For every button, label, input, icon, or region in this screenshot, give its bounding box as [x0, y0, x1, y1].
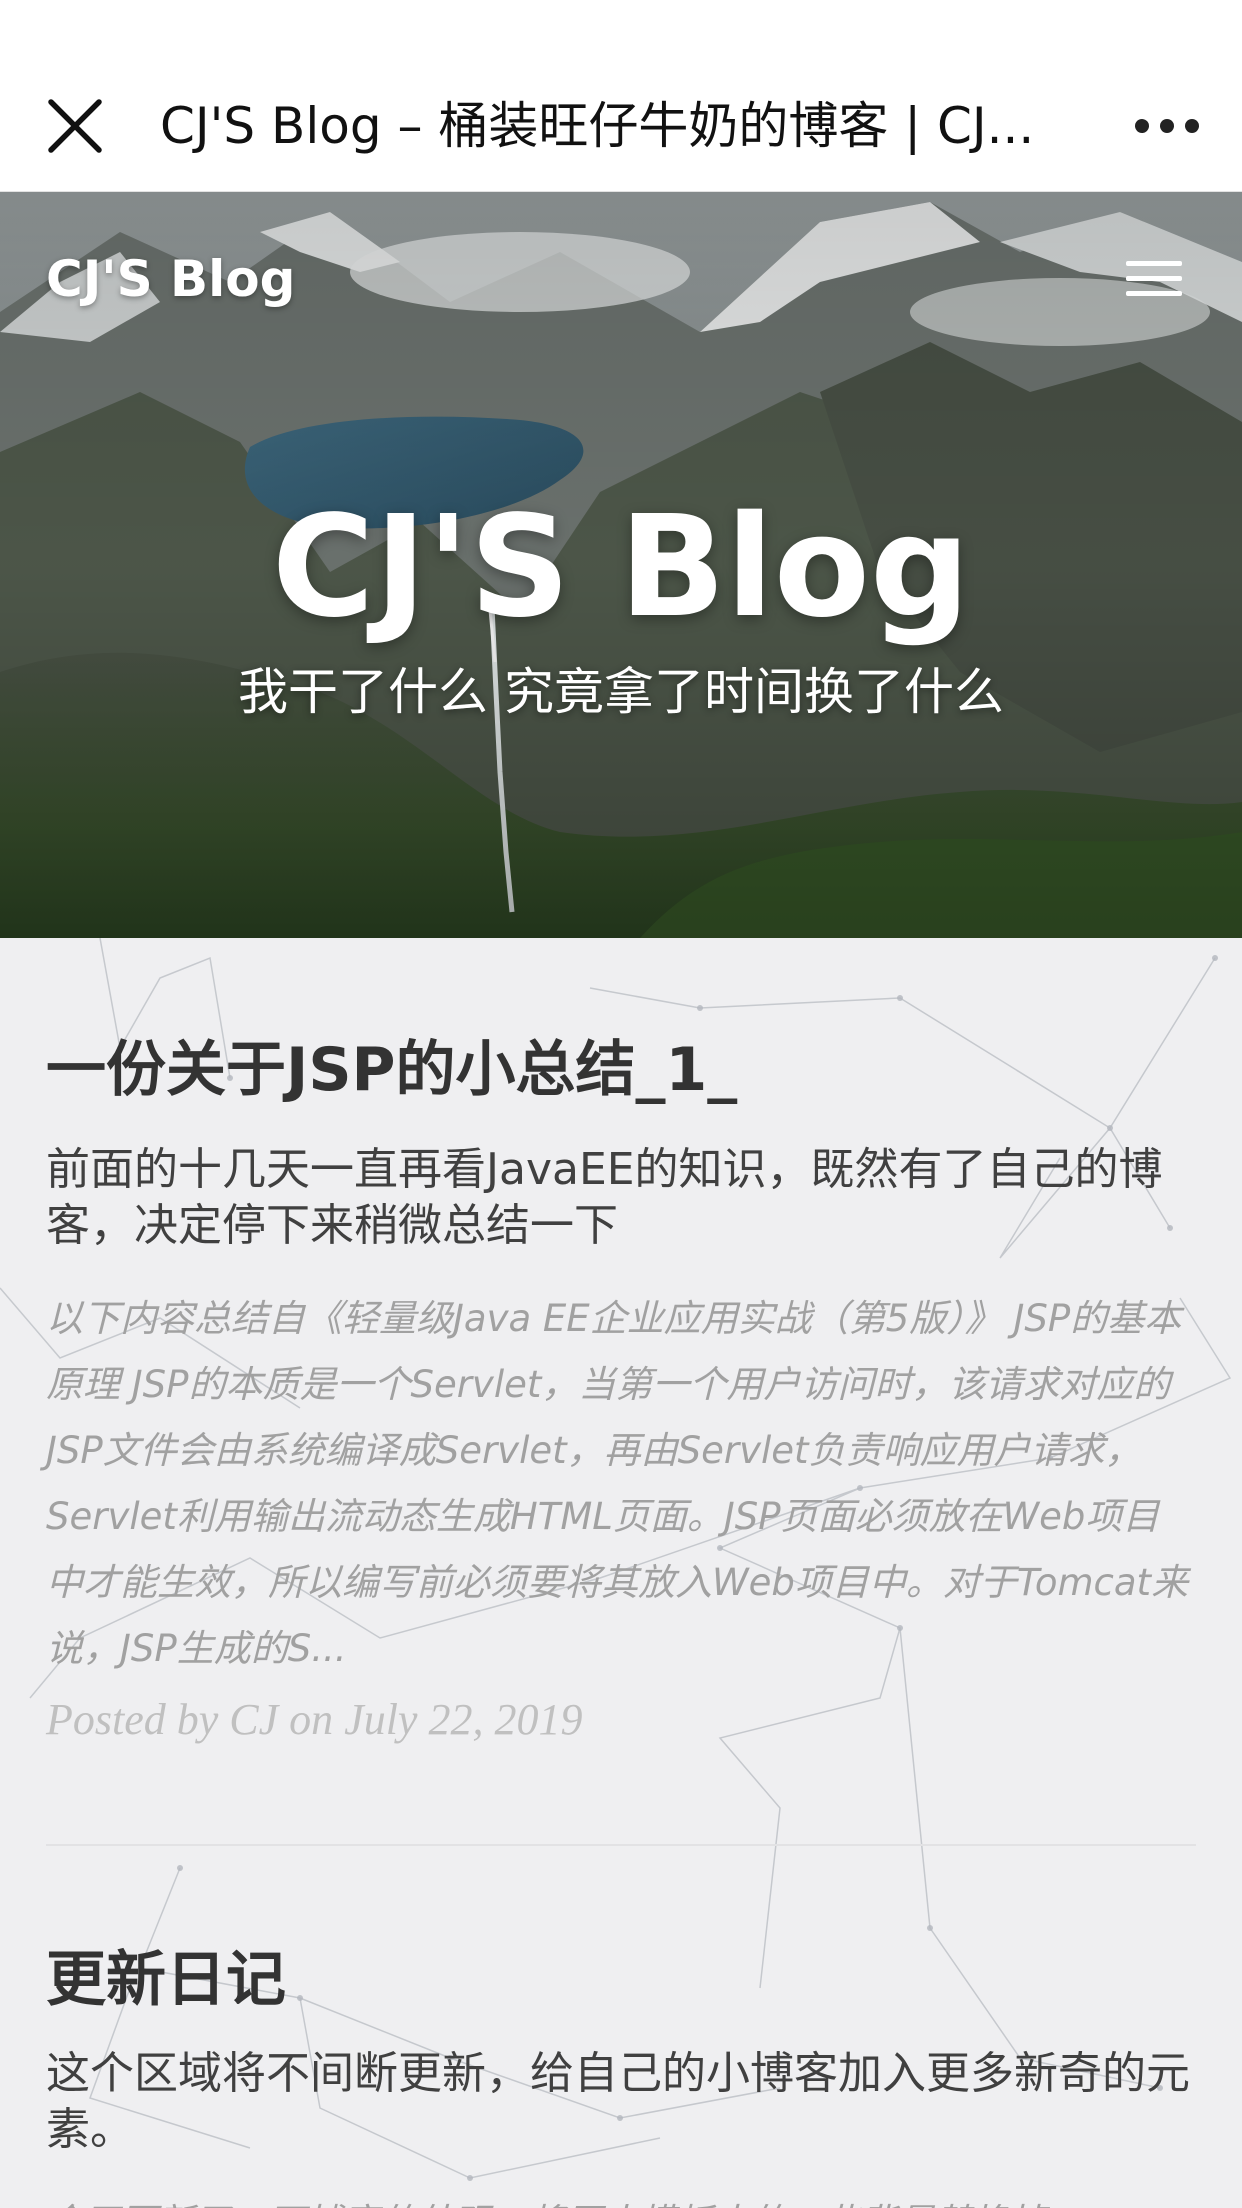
post-preview-2[interactable]: 更新日记 这个区域将不间断更新，给自己的小博客加入更多新奇的元素。 今天更新了一…: [46, 1940, 1196, 2208]
post-subtitle[interactable]: 前面的十几天一直再看JavaEE的知识，既然有了自己的博客，决定停下来稍微总结一…: [46, 1142, 1196, 1254]
more-options-button[interactable]: [1125, 100, 1209, 152]
hamburger-menu-icon-line: [1126, 290, 1182, 296]
close-button[interactable]: [36, 90, 114, 162]
hero-title: CJ'S Blog: [271, 486, 971, 649]
post-title[interactable]: 一份关于JSP的小总结_1_: [46, 1030, 1196, 1110]
hero-subtitle: 我干了什么 究竟拿了时间换了什么: [238, 663, 1004, 721]
post-excerpt[interactable]: 以下内容总结自《轻量级Java EE企业应用实战（第5版）》 JSP的基本原理 …: [46, 1286, 1196, 1682]
post-subtitle[interactable]: 这个区域将不间断更新，给自己的小博客加入更多新奇的元素。: [46, 2046, 1196, 2158]
webview-page: CJ'S Blog – 桶装旺仔牛奶的博客 | CJ... CJ'S Blog …: [0, 0, 1242, 2208]
site-brand-link[interactable]: CJ'S Blog: [46, 244, 295, 314]
post-list[interactable]: 一份关于JSP的小总结_1_ 前面的十几天一直再看JavaEE的知识，既然有了自…: [0, 938, 1242, 2208]
post-title[interactable]: 更新日记: [46, 1940, 1196, 2020]
page-title: CJ'S Blog – 桶装旺仔牛奶的博客 | CJ...: [160, 97, 1035, 155]
browser-top-bar: CJ'S Blog – 桶装旺仔牛奶的博客 | CJ...: [0, 0, 1242, 192]
hero-header: CJ'S Blog CJ'S Blog 我干了什么 究竟拿了时间换了什么: [0, 192, 1242, 938]
close-icon: [48, 99, 102, 153]
hamburger-menu-icon-line: [1126, 275, 1182, 281]
post-excerpt[interactable]: 今天更新了一下博客的外观，将原本模板中的一些背景替换掉: [46, 2190, 1196, 2208]
post-meta: Posted by CJ on July 22, 2019: [46, 1695, 583, 1744]
post-preview-1[interactable]: 一份关于JSP的小总结_1_ 前面的十几天一直再看JavaEE的知识，既然有了自…: [46, 1030, 1196, 1750]
post-divider: [46, 1844, 1196, 1846]
more-dots-icon: [1135, 119, 1199, 133]
menu-button[interactable]: [1126, 250, 1190, 306]
hamburger-menu-icon: [1126, 260, 1182, 266]
